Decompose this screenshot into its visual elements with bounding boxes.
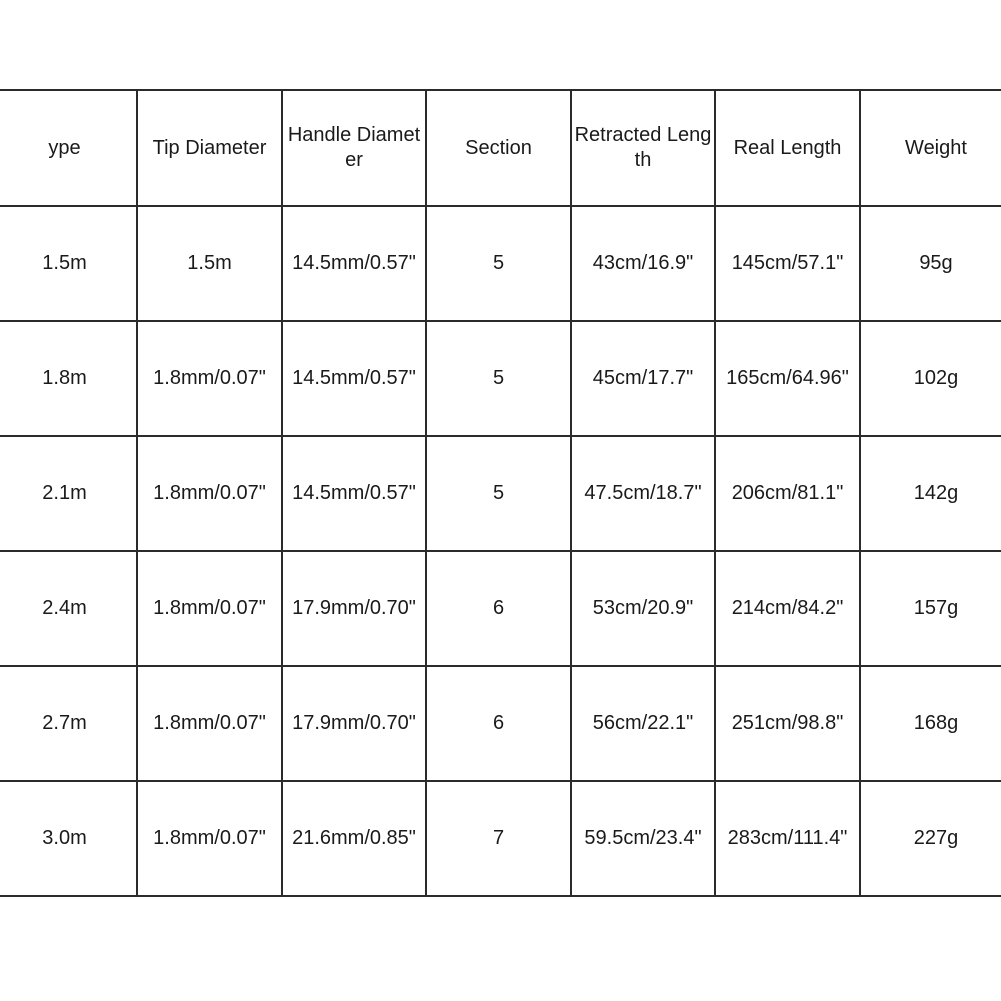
table-row: 2.7m 1.8mm/0.07" 17.9mm/0.70" 6 56cm/22.…	[0, 665, 1001, 782]
cell-section: 7	[425, 780, 572, 897]
column-header-retracted-length: Retracted Length	[570, 89, 716, 207]
table-row: 1.8m 1.8mm/0.07" 14.5mm/0.57" 5 45cm/17.…	[0, 320, 1001, 437]
cell-retracted-length: 59.5cm/23.4"	[570, 780, 716, 897]
cell-tip-diameter: 1.8mm/0.07"	[136, 550, 283, 667]
cell-type: 2.7m	[0, 665, 138, 782]
cell-handle-diameter: 14.5mm/0.57"	[281, 435, 427, 552]
table-row: 3.0m 1.8mm/0.07" 21.6mm/0.85" 7 59.5cm/2…	[0, 780, 1001, 897]
column-header-real-length: Real Length	[714, 89, 861, 207]
cell-weight: 102g	[859, 320, 1001, 437]
column-header-tip-diameter: Tip Diameter	[136, 89, 283, 207]
cell-tip-diameter: 1.8mm/0.07"	[136, 665, 283, 782]
column-header-label: Real Length	[733, 136, 842, 159]
table-body: 1.5m 1.5m 14.5mm/0.57" 5 43cm/16.9" 145c…	[0, 205, 1001, 897]
cell-retracted-length: 56cm/22.1"	[570, 665, 716, 782]
column-header-weight: Weight	[859, 89, 1001, 207]
cell-real-length: 145cm/57.1"	[714, 205, 861, 322]
column-header-label: Tip Diameter	[152, 136, 267, 159]
spec-table: ype Tip Diameter Handle Diameter Section…	[0, 89, 1001, 897]
table-header: ype Tip Diameter Handle Diameter Section…	[0, 89, 1001, 207]
column-header-label: Handle Diameter	[287, 124, 421, 171]
column-header-handle-diameter: Handle Diameter	[281, 89, 427, 207]
column-header-label: Weight	[905, 136, 967, 159]
cell-type: 2.4m	[0, 550, 138, 667]
cell-retracted-length: 47.5cm/18.7"	[570, 435, 716, 552]
cell-handle-diameter: 14.5mm/0.57"	[281, 320, 427, 437]
cell-type: 1.8m	[0, 320, 138, 437]
column-header-label: Retracted Length	[574, 124, 712, 171]
cell-handle-diameter: 17.9mm/0.70"	[281, 550, 427, 667]
cell-weight: 157g	[859, 550, 1001, 667]
cell-weight: 168g	[859, 665, 1001, 782]
cell-real-length: 214cm/84.2"	[714, 550, 861, 667]
cell-type: 1.5m	[0, 205, 138, 322]
cell-handle-diameter: 14.5mm/0.57"	[281, 205, 427, 322]
table-row: 1.5m 1.5m 14.5mm/0.57" 5 43cm/16.9" 145c…	[0, 205, 1001, 322]
cell-handle-diameter: 21.6mm/0.85"	[281, 780, 427, 897]
cell-retracted-length: 43cm/16.9"	[570, 205, 716, 322]
cell-section: 5	[425, 205, 572, 322]
cell-real-length: 206cm/81.1"	[714, 435, 861, 552]
cell-section: 5	[425, 320, 572, 437]
cell-tip-diameter: 1.8mm/0.07"	[136, 435, 283, 552]
cell-section: 6	[425, 665, 572, 782]
column-header-type: ype	[0, 89, 138, 207]
cell-section: 5	[425, 435, 572, 552]
cell-type: 2.1m	[0, 435, 138, 552]
cell-weight: 227g	[859, 780, 1001, 897]
cell-tip-diameter: 1.8mm/0.07"	[136, 780, 283, 897]
cell-retracted-length: 45cm/17.7"	[570, 320, 716, 437]
cell-handle-diameter: 17.9mm/0.70"	[281, 665, 427, 782]
cell-real-length: 165cm/64.96"	[714, 320, 861, 437]
cell-real-length: 251cm/98.8"	[714, 665, 861, 782]
cell-tip-diameter: 1.8mm/0.07"	[136, 320, 283, 437]
column-header-section: Section	[425, 89, 572, 207]
cell-type: 3.0m	[0, 780, 138, 897]
cell-retracted-length: 53cm/20.9"	[570, 550, 716, 667]
cell-tip-diameter: 1.5m	[136, 205, 283, 322]
cell-real-length: 283cm/111.4"	[714, 780, 861, 897]
cell-weight: 95g	[859, 205, 1001, 322]
table-row: 2.4m 1.8mm/0.07" 17.9mm/0.70" 6 53cm/20.…	[0, 550, 1001, 667]
table-row: 2.1m 1.8mm/0.07" 14.5mm/0.57" 5 47.5cm/1…	[0, 435, 1001, 552]
column-header-label: ype	[48, 136, 81, 159]
cell-section: 6	[425, 550, 572, 667]
cell-weight: 142g	[859, 435, 1001, 552]
column-header-label: Section	[465, 136, 532, 159]
header-row: ype Tip Diameter Handle Diameter Section…	[0, 89, 1001, 207]
